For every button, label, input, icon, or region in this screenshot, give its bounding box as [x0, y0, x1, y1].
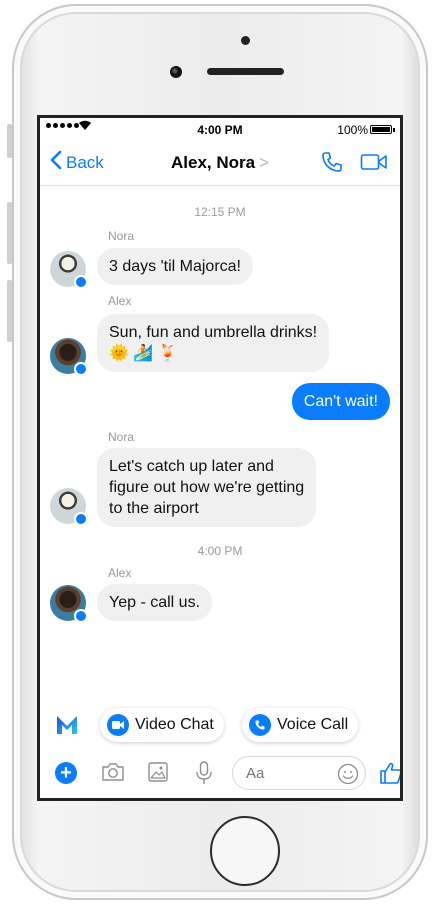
- voice-call-label: Voice Call: [277, 716, 349, 733]
- video-chat-button[interactable]: Video Chat: [100, 708, 224, 742]
- battery-icon: [370, 125, 395, 134]
- sender-name: Nora: [108, 229, 135, 243]
- image-icon[interactable]: [146, 760, 170, 789]
- avatar-nora[interactable]: [50, 488, 88, 526]
- microphone-icon[interactable]: [192, 760, 216, 791]
- voice-call-quick-button[interactable]: Voice Call: [242, 708, 359, 742]
- avatar-alex[interactable]: [50, 338, 88, 376]
- video-chat-label: Video Chat: [135, 716, 214, 733]
- video-camera-icon: [360, 154, 387, 170]
- thumbs-up-icon[interactable]: [378, 760, 400, 791]
- sender-name: Alex: [108, 566, 132, 580]
- sender-name: Alex: [108, 294, 132, 308]
- timestamp: 4:00 PM: [197, 544, 243, 558]
- avatar-alex[interactable]: [50, 585, 88, 623]
- home-button[interactable]: [210, 816, 280, 886]
- conversation-name: Alex, Nora: [170, 153, 256, 172]
- my-message-bubble[interactable]: Can't wait!: [291, 383, 390, 420]
- conversation-header: Back Alex, Nora >: [40, 140, 400, 186]
- phone-icon: [322, 152, 342, 172]
- phone-icon: [249, 714, 271, 736]
- plus-icon[interactable]: +: [55, 762, 77, 784]
- status-bar: 4:00 PM 100%: [40, 118, 400, 140]
- front-camera: [170, 66, 182, 78]
- message-bubble[interactable]: 3 days 'til Majorca!: [97, 248, 253, 285]
- camera-icon[interactable]: [100, 760, 126, 789]
- avatar-nora[interactable]: [50, 251, 88, 289]
- messenger-badge-icon: [74, 512, 88, 526]
- conversation-title[interactable]: Alex, Nora >: [40, 153, 400, 173]
- messenger-badge-icon: [74, 362, 88, 376]
- proximity-sensor: [241, 36, 250, 45]
- screen: 4:00 PM 100% Back Alex, Nora > 12:15 PM N…: [37, 115, 403, 801]
- emoji-icon[interactable]: [337, 763, 359, 790]
- timestamp: 12:15 PM: [194, 205, 246, 219]
- sender-name: Nora: [108, 430, 135, 444]
- video-camera-icon: [107, 714, 129, 736]
- message-thread: 12:15 PM Nora 3 days 'til Majorca! Alex …: [40, 187, 400, 696]
- message-bubble[interactable]: Yep - call us.: [97, 584, 213, 621]
- battery-percentage: 100%: [337, 123, 368, 137]
- messenger-m-icon[interactable]: [54, 712, 80, 738]
- video-call-button[interactable]: [360, 152, 388, 177]
- composer: +: [40, 750, 400, 798]
- silent-switch: [7, 124, 12, 158]
- earpiece-speaker: [207, 68, 284, 75]
- message-bubble[interactable]: Let's catch up later and figure out how …: [97, 448, 317, 527]
- messenger-badge-icon: [74, 609, 88, 623]
- title-chevron: >: [259, 153, 270, 172]
- voice-call-button[interactable]: [320, 150, 344, 179]
- message-bubble[interactable]: Sun, fun and umbrella drinks! 🌞 🏄 🍹: [97, 314, 330, 372]
- volume-up-button: [7, 202, 12, 264]
- quick-actions-bar: Video Chat Voice Call: [40, 700, 400, 750]
- volume-down-button: [7, 280, 12, 342]
- messenger-badge-icon: [74, 275, 88, 289]
